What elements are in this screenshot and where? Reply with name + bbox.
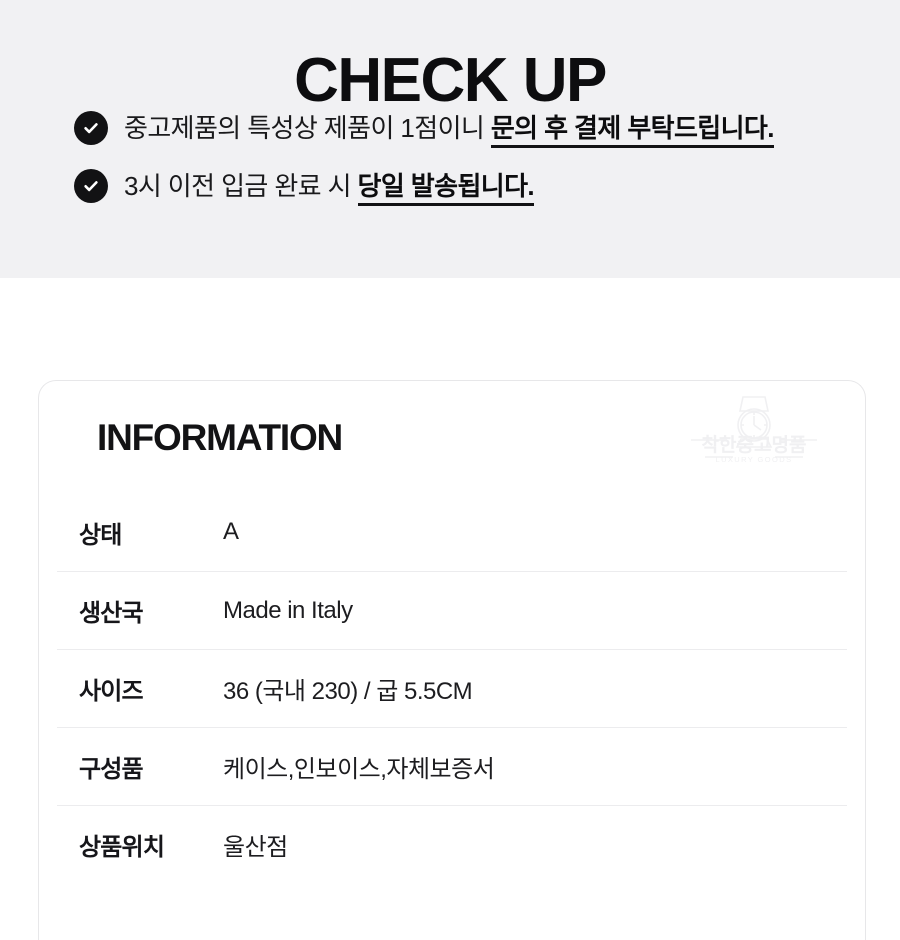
brand-name-kr: 착한중고명품 <box>702 434 807 456</box>
bullet-text-emphasis: 문의 후 결제 부탁드립니다. <box>490 113 774 148</box>
row-label: 사이즈 <box>79 678 144 705</box>
check-circle-icon <box>74 111 108 145</box>
table-row: 사이즈 36 (국내 230) / 굽 5.5CM <box>57 649 847 727</box>
row-value: 케이스,인보이스,자체보증서 <box>223 756 495 783</box>
table-row: 구성품 케이스,인보이스,자체보증서 <box>57 727 847 805</box>
row-value: 36 (국내 230) / 굽 5.5CM <box>223 678 473 705</box>
page-title: CHECK UP <box>294 45 607 115</box>
row-label: 구성품 <box>79 756 144 783</box>
information-section: INFORMATION 착한중고명품 LUXURY GOODS 상태 A 생산국… <box>0 278 900 940</box>
bullet-text-emphasis: 당일 발송됩니다. <box>357 171 535 206</box>
check-circle-icon <box>74 169 108 203</box>
row-value: A <box>223 518 239 545</box>
row-value: 울산점 <box>223 834 288 861</box>
checkup-bullet-list: 중고제품의 특성상 제품이 1점이니 문의 후 결제 부탁드립니다. 3시 이전… <box>74 110 874 226</box>
bullet-text: 3시 이전 입금 완료 시 당일 발송됩니다. <box>124 168 535 206</box>
table-row: 생산국 Made in Italy <box>57 571 847 649</box>
list-item: 3시 이전 입금 완료 시 당일 발송됩니다. <box>74 168 874 206</box>
information-table: 상태 A 생산국 Made in Italy 사이즈 36 (국내 230) /… <box>39 493 865 883</box>
list-item: 중고제품의 특성상 제품이 1점이니 문의 후 결제 부탁드립니다. <box>74 110 874 148</box>
table-row: 상품위치 울산점 <box>57 805 847 883</box>
brand-name-en: LUXURY GOODS <box>716 455 793 464</box>
row-label: 상태 <box>79 521 122 549</box>
row-label: 상품위치 <box>79 834 165 861</box>
information-card: INFORMATION 착한중고명품 LUXURY GOODS 상태 A 생산국… <box>38 380 866 940</box>
row-value: Made in Italy <box>223 596 353 624</box>
bullet-text-normal: 3시 이전 입금 완료 시 <box>124 171 358 201</box>
bullet-text: 중고제품의 특성상 제품이 1점이니 문의 후 결제 부탁드립니다. <box>124 110 774 148</box>
watch-logo-icon: 착한중고명품 LUXURY GOODS <box>689 393 819 469</box>
table-row: 상태 A <box>57 493 847 571</box>
bullet-text-normal: 중고제품의 특성상 제품이 1점이니 <box>124 113 491 143</box>
checkup-section: CHECK UP 중고제품의 특성상 제품이 1점이니 문의 후 결제 부탁드립… <box>0 0 900 278</box>
information-card-header: INFORMATION 착한중고명품 LUXURY GOODS <box>39 381 865 493</box>
information-title: INFORMATION <box>97 417 343 458</box>
row-label: 생산국 <box>79 600 144 627</box>
